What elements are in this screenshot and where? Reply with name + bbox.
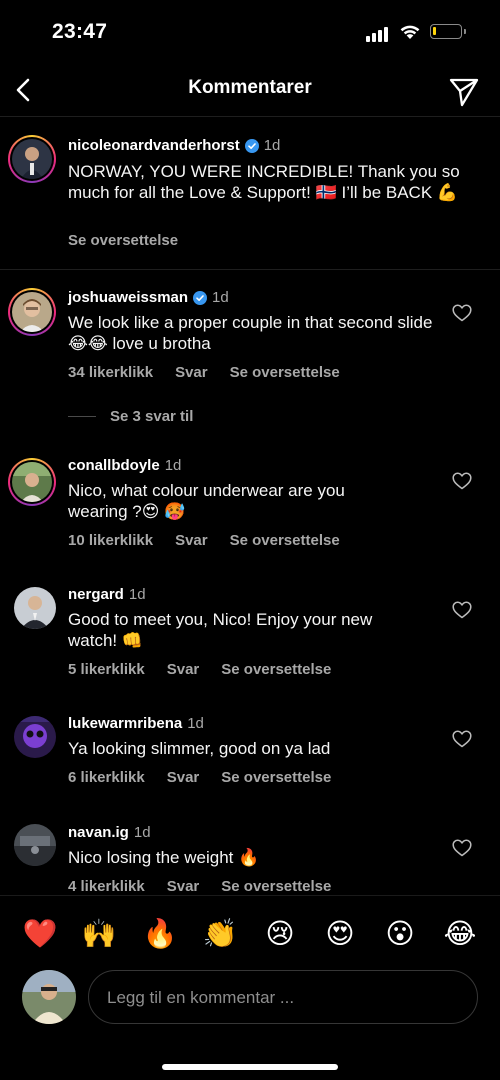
heart-icon[interactable] <box>452 601 472 619</box>
username[interactable]: nicoleonardvanderhorst <box>68 137 240 154</box>
username[interactable]: lukewarmribena <box>68 715 182 732</box>
battery-level <box>433 27 436 35</box>
comment-text: We look like a proper couple in that sec… <box>68 313 433 353</box>
verified-badge-icon <box>193 290 208 305</box>
comment-input[interactable] <box>105 971 449 1025</box>
translate-button[interactable]: Se oversettelse <box>221 769 331 786</box>
comment-age: 1d <box>212 289 229 306</box>
reply-button[interactable]: Svar <box>175 532 208 549</box>
heart-icon[interactable] <box>452 839 472 857</box>
comment-text: Ya looking slimmer, good on ya lad <box>68 739 331 758</box>
view-replies-button[interactable]: Se 3 svar til <box>68 408 193 425</box>
reaction-raised-hands[interactable]: 🙌 <box>81 916 117 952</box>
divider <box>68 416 96 417</box>
wifi-icon <box>400 25 420 39</box>
reaction-surprised[interactable]: 😮 <box>382 916 418 952</box>
my-avatar[interactable] <box>22 970 76 1024</box>
home-indicator[interactable] <box>162 1064 338 1070</box>
quick-reaction-bar: ❤️ 🙌 🔥 👏 😢 😍 😮 😂 <box>0 895 500 972</box>
translate-button[interactable]: Se oversettelse <box>221 878 331 894</box>
translate-button[interactable]: Se oversettelse <box>68 232 178 249</box>
like-count[interactable]: 5 likerklikk <box>68 661 145 678</box>
heart-icon[interactable] <box>452 472 472 490</box>
battery-icon <box>430 24 466 39</box>
like-count[interactable]: 6 likerklikk <box>68 769 145 786</box>
comment-age: 1d <box>164 457 182 474</box>
username[interactable]: nergard <box>68 586 124 603</box>
avatar[interactable] <box>8 458 56 506</box>
reaction-crying[interactable]: 😢 <box>262 916 298 952</box>
avatar[interactable] <box>14 587 56 629</box>
username[interactable]: conallbdoyle <box>68 457 160 474</box>
comment-age: 1d <box>263 137 281 154</box>
comment-age: 1d <box>133 824 151 841</box>
paper-plane-icon[interactable] <box>446 73 482 109</box>
like-count[interactable]: 34 likerklikk <box>68 364 153 381</box>
view-replies-label: Se 3 svar til <box>110 408 194 425</box>
comment: nergard 1d Good to meet you, Nico! Enjoy… <box>0 570 500 700</box>
reaction-fire[interactable]: 🔥 <box>142 916 178 952</box>
reply-button[interactable]: Svar <box>167 769 200 786</box>
reaction-heart-eyes[interactable]: 😍 <box>322 916 358 952</box>
verified-badge-icon <box>244 138 259 153</box>
comment: navan.ig 1d Nico losing the weight 🔥 4 l… <box>0 810 500 894</box>
reaction-laughing[interactable]: 😂 <box>442 916 478 952</box>
status-bar: 23:47 <box>0 0 500 64</box>
clock: 23:47 <box>52 20 108 43</box>
comment: conallbdoyle 1d Nico, what colour underw… <box>0 440 500 570</box>
reply-button[interactable]: Svar <box>167 878 200 894</box>
comment-text: Nico, what colour underwear are you wear… <box>68 481 345 521</box>
avatar[interactable] <box>14 824 56 866</box>
reaction-clap[interactable]: 👏 <box>202 916 238 952</box>
avatar[interactable] <box>14 716 56 758</box>
cellular-signal-icon <box>366 26 390 42</box>
username[interactable]: navan.ig <box>68 824 129 841</box>
comment: lukewarmribena 1d Ya looking slimmer, go… <box>0 700 500 810</box>
heart-icon[interactable] <box>452 730 472 748</box>
comment-input-box[interactable] <box>88 970 478 1025</box>
reply-button[interactable]: Svar <box>167 661 200 678</box>
post-caption: nicoleonardvanderhorst 1d NORWAY, YOU WE… <box>0 117 500 270</box>
like-count[interactable]: 4 likerklikk <box>68 878 145 894</box>
username[interactable]: joshuaweissman <box>68 289 188 306</box>
comment-age: 1d <box>128 586 146 603</box>
avatar[interactable] <box>8 288 56 336</box>
comment-composer <box>0 968 500 1032</box>
comment: joshuaweissman 1d We look like a proper … <box>0 270 500 410</box>
translate-button[interactable]: Se oversettelse <box>221 661 331 678</box>
like-count[interactable]: 10 likerklikk <box>68 532 153 549</box>
reply-button[interactable]: Svar <box>175 364 208 381</box>
reaction-heart[interactable]: ❤️ <box>22 916 58 952</box>
heart-icon[interactable] <box>452 304 472 322</box>
comment-text: Nico losing the weight 🔥 <box>68 848 260 867</box>
comment-age: 1d <box>187 715 204 732</box>
translate-button[interactable]: Se oversettelse <box>230 532 340 549</box>
translate-button[interactable]: Se oversettelse <box>230 364 340 381</box>
page-title: Kommentarer <box>188 77 312 98</box>
comment-text: Good to meet you, Nico! Enjoy your new w… <box>68 610 373 650</box>
caption-text: NORWAY, YOU WERE INCREDIBLE! Thank you s… <box>68 162 460 202</box>
avatar[interactable] <box>8 135 56 183</box>
header: Kommentarer <box>0 64 500 117</box>
